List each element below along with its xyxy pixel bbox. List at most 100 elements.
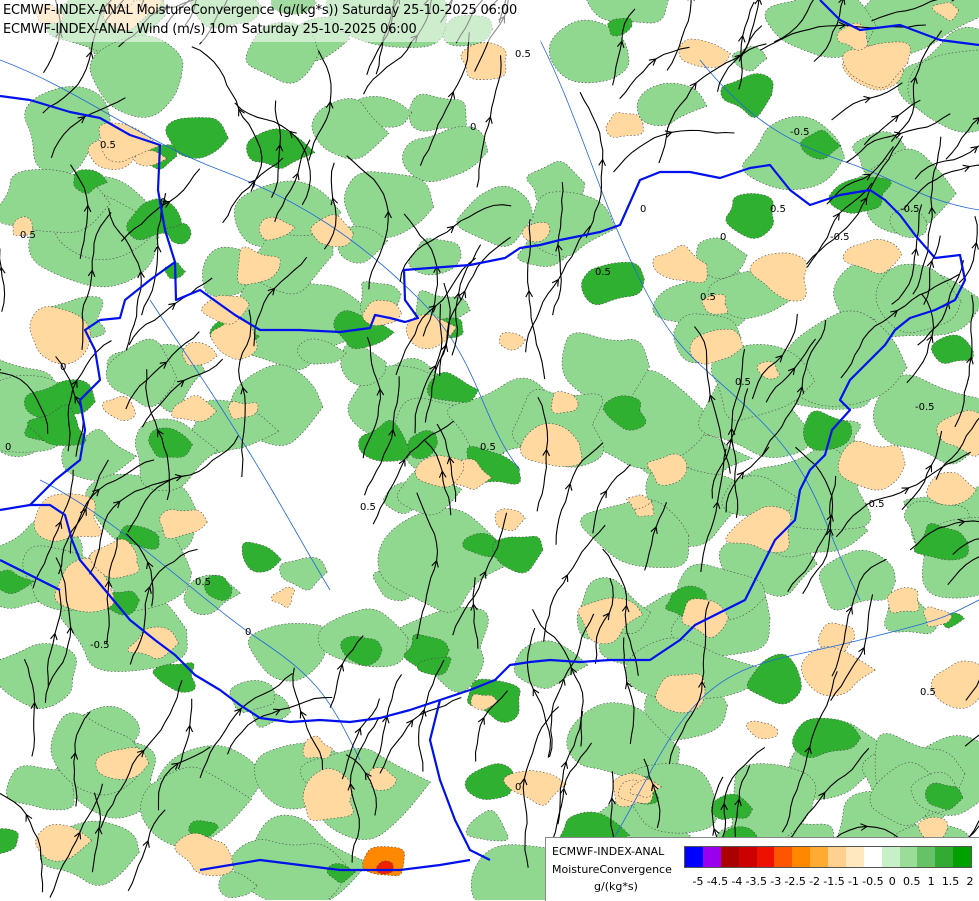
wind-arrowhead [0,267,5,273]
divergence-area [303,736,332,758]
legend-tick-label: 0.5 [903,875,921,888]
contour-label: 0.5 [360,502,376,513]
legend-tick-label: -1.5 [823,875,844,888]
contour-label: 0.5 [100,140,116,151]
strong-convergence-area [721,74,773,118]
legend-tick-label: 2 [967,875,974,888]
contour-label: 0 [160,197,166,208]
legend-swatch [703,847,721,867]
legend-tick-label: -1 [848,875,859,888]
title-moisture-convergence: ECMWF-INDEX-ANAL MoistureConvergence (g/… [3,3,517,18]
strong-convergence-area [0,829,18,854]
contour-label: 0.5 [20,230,36,241]
legend-swatch [721,847,739,867]
divergence-area [499,332,525,350]
legend-model-name: ECMWF-INDEX-ANAL [552,845,664,858]
positive-convergence-area [0,644,77,709]
positive-convergence-area [248,623,328,681]
divergence-area [160,510,208,539]
positive-convergence-area [908,50,979,133]
divergence-area [931,661,979,708]
strong-convergence-area [608,18,632,36]
contour-label: 0 [470,122,476,133]
legend-swatch [917,847,935,867]
legend-tick-label: -3 [770,875,781,888]
legend-swatch [828,847,846,867]
contour-label: 0 [640,204,646,215]
title-wind: ECMWF-INDEX-ANAL Wind (m/s) 10m Saturday… [3,22,417,37]
contour-label: -0.5 [865,499,885,510]
wind-arrowhead [833,214,839,221]
positive-convergence-area [402,126,488,181]
legend-unit: g/(kg*s) [594,880,638,893]
positive-convergence-area [514,641,588,689]
contour-label: -0.5 [915,402,935,413]
strong-convergence-area [153,663,196,693]
contour-label: 0.5 [735,377,751,388]
contour-label: 0.5 [480,442,496,453]
divergence-area [606,113,643,138]
map-title-panel: ECMWF-INDEX-ANAL MoistureConvergence (g/… [0,0,546,42]
divergence-area [679,39,730,67]
contour-label: 0 [245,627,251,638]
strong-convergence-area [581,262,644,304]
divergence-area [746,721,777,739]
strong-convergence-area [747,654,801,704]
contour-label: 0.5 [195,577,211,588]
legend-parameter-name: MoistureConvergence [552,863,672,876]
legend-swatch [792,847,810,867]
contour-label: 0.5 [770,204,786,215]
legend-swatch [810,847,828,867]
positive-convergence-area [457,186,533,246]
wind-streamline [380,698,461,774]
contour-label: 0.5 [515,49,531,60]
divergence-area [504,771,567,806]
legend-tick-label: -5 [693,875,704,888]
contour-label: 0 [515,782,521,793]
legend-tick-label: -4.5 [707,875,728,888]
strong-convergence-area [726,193,774,238]
legend-swatch [774,847,792,867]
legend-tick-label: -0.5 [862,875,883,888]
wind-streamline [959,216,977,283]
positive-convergence-area [819,550,895,610]
legend-tick-label: 1 [928,875,935,888]
legend-swatch [900,847,918,867]
legend-tick-label: -4 [731,875,742,888]
contour-label: -0.5 [900,204,920,215]
wind-streamline [0,241,5,312]
contour-label: -0.5 [830,232,850,243]
legend-swatch [935,847,953,867]
legend-tick-label: -2 [809,875,820,888]
legend-tick-label: 0 [889,875,896,888]
legend-tick-label: 1.5 [942,875,960,888]
legend-swatch [882,847,900,867]
divergence-area [495,509,525,531]
divergence-area [34,494,101,542]
legend-swatch [953,847,971,867]
legend-swatch [757,847,775,867]
divergence-area [551,391,578,413]
legend-swatch [846,847,864,867]
moisture-convergence-map: 0.5 0 -0.5 0.5 0 0.5 -0.5 0 0.5 0 -0.5 0.5 0.5 0 0.5 -0… [0,0,979,900]
contour-label: -0.5 [90,640,110,651]
contour-label: 0.5 [700,292,716,303]
legend-swatch [864,847,882,867]
strong-convergence-area [931,335,973,364]
contour-label: 0 [720,232,726,243]
contour-label: 0 [5,442,11,453]
strong-convergence-area [242,542,281,572]
wind-arrowhead [552,280,558,287]
legend-tick-label: -2.5 [784,875,805,888]
legend-tick-label: -3.5 [746,875,767,888]
contour-label: 0.5 [920,687,936,698]
divergence-area [182,342,217,365]
divergence-area [272,587,295,607]
legend-tick-labels: -5-4.5-4-3.5-3-2.5-2-1.5-1-0.500.511.52 [698,875,978,891]
wind-streamline [614,130,735,172]
legend-swatch [685,847,703,867]
contour-label: 0 [60,362,66,373]
weather-map: 0.5 0 -0.5 0.5 0 0.5 -0.5 0 0.5 0 -0.5 0.5 0.5 0 0.5 -0… [0,0,979,900]
positive-convergence-area [466,810,508,841]
legend-swatch [739,847,757,867]
